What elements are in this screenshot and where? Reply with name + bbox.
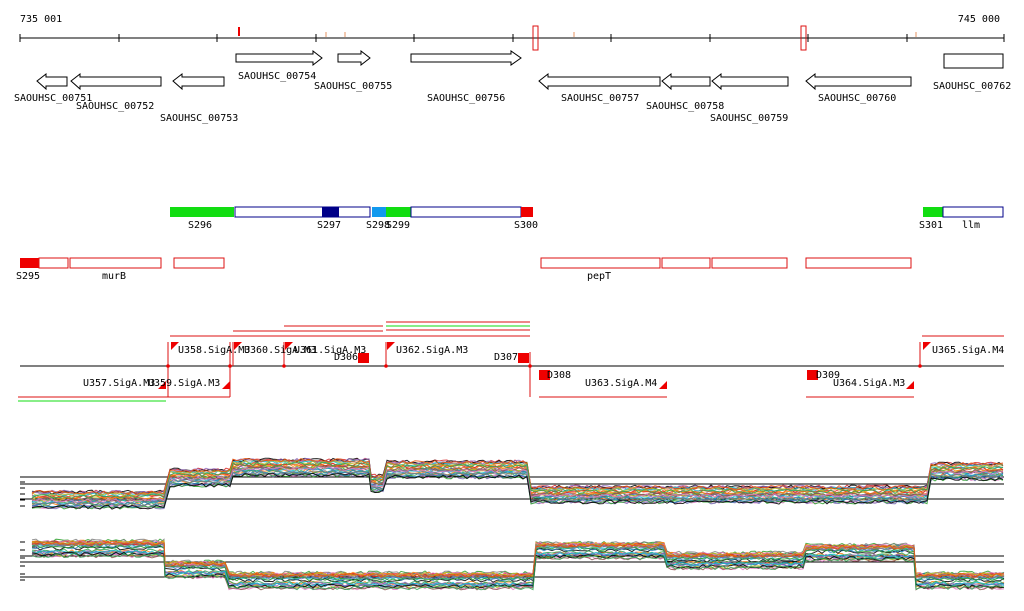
gene-box[interactable] [943, 53, 1004, 69]
shift-point [384, 364, 388, 368]
upshift-label: U362.SigA.M3 [396, 345, 468, 356]
ruler-start-label: 735 001 [20, 14, 62, 25]
gene-arrow[interactable] [36, 72, 68, 91]
segment-minus-labels: S295 murB pepT [16, 271, 611, 282]
ruler-marker [325, 32, 327, 37]
segment-navy[interactable] [322, 207, 339, 217]
gene-label: SAOUHSC_00755 [314, 81, 392, 92]
panel-axis-ticks [20, 541, 25, 581]
segment-label: llm [962, 220, 980, 231]
segment-track-plus [170, 206, 1004, 218]
segment-green[interactable] [923, 207, 943, 217]
upshift-flag[interactable] [659, 381, 667, 389]
segment-box[interactable] [410, 206, 522, 218]
downshift-label: D309 [816, 370, 840, 381]
shift-labels: U358.SigA.M3 U360.SigA.M3 U361.SigA.M3 U… [83, 345, 1004, 389]
ruler-marker [238, 27, 240, 36]
gene-label: SAOUHSC_00758 [646, 101, 724, 112]
upshift-flag[interactable] [387, 342, 395, 350]
gene-arrow[interactable] [70, 72, 162, 91]
shift-point [166, 364, 170, 368]
upshift-flag[interactable] [906, 381, 914, 389]
gene-labels: SAOUHSC_00751 SAOUHSC_00752 SAOUHSC_0075… [14, 71, 1011, 124]
genome-canvas: 735 001 745 000 SAOUHSC_00751 SAOUHSC_00… [14, 14, 1011, 591]
segment-plus-labels: S296 S297 S298 S299 S300 S301 llm [188, 220, 980, 231]
coordinate-ruler: 735 001 745 000 [19, 14, 1005, 51]
segment-box[interactable] [942, 206, 1004, 218]
gene-arrow[interactable] [337, 49, 371, 67]
gene-arrow[interactable] [172, 72, 225, 91]
ruler-marker [573, 32, 575, 37]
upshift-label: U365.SigA.M4 [932, 345, 1004, 356]
segment-blue[interactable] [372, 207, 386, 217]
gene-label: SAOUHSC_00762 [933, 81, 1011, 92]
segment-label: pepT [587, 271, 611, 282]
segment-label: S301 [919, 220, 943, 231]
segment-label: S299 [386, 220, 410, 231]
shift-point [228, 364, 232, 368]
expression-profiles [31, 538, 1005, 591]
segment-red[interactable] [521, 207, 533, 217]
segment-label: S300 [514, 220, 538, 231]
segment-box[interactable] [173, 257, 225, 269]
gene-label: SAOUHSC_00753 [160, 113, 238, 124]
panel-axis-ticks [20, 481, 25, 507]
ruler-end-label: 745 000 [958, 14, 1000, 25]
genome-browser-view: 735 001 745 000 SAOUHSC_00751 SAOUHSC_00… [0, 0, 1024, 611]
downshift-box[interactable] [518, 353, 529, 363]
segment-label: S296 [188, 220, 212, 231]
ruler-marker [344, 32, 346, 37]
gene-label: SAOUHSC_00752 [76, 101, 154, 112]
gene-arrow[interactable] [661, 72, 711, 91]
segment-box[interactable] [234, 206, 371, 218]
gene-label: SAOUHSC_00756 [427, 93, 505, 104]
expression-panel-minus [20, 538, 1005, 591]
upshift-label: U359.SigA.M3 [148, 378, 220, 389]
upshift-flag[interactable] [923, 342, 931, 350]
gene-label: SAOUHSC_00754 [238, 71, 316, 82]
gene-arrow[interactable] [805, 72, 912, 91]
gene-arrow[interactable] [538, 72, 661, 91]
gene-arrow[interactable] [410, 50, 522, 66]
segment-box[interactable] [38, 257, 69, 269]
upshift-flag[interactable] [222, 381, 230, 389]
upshift-label: U364.SigA.M3 [833, 378, 905, 389]
shift-point [918, 364, 922, 368]
expression-panel-plus [20, 457, 1004, 510]
gene-label: SAOUHSC_00760 [818, 93, 896, 104]
gene-arrow[interactable] [711, 72, 789, 91]
segment-label: murB [102, 271, 126, 282]
gene-arrow[interactable] [235, 49, 323, 67]
segment-green[interactable] [170, 207, 234, 217]
gene-label: SAOUHSC_00759 [710, 113, 788, 124]
segment-box[interactable] [540, 257, 661, 269]
upshift-label: U357.SigA.M3 [83, 378, 155, 389]
gene-label: SAOUHSC_00757 [561, 93, 639, 104]
segment-box[interactable] [805, 257, 912, 269]
downshift-label: D308 [547, 370, 571, 381]
segment-box[interactable] [711, 257, 788, 269]
segment-label: S297 [317, 220, 341, 231]
segment-red[interactable] [20, 258, 39, 268]
shift-point [528, 364, 532, 368]
upshift-label: U363.SigA.M4 [585, 378, 657, 389]
ruler-marker [915, 32, 917, 37]
downshift-label: D306 [334, 352, 358, 363]
upshift-label: U358.SigA.M3 [178, 345, 250, 356]
segment-box[interactable] [661, 257, 711, 269]
shift-point [282, 364, 286, 368]
segment-box[interactable] [69, 257, 162, 269]
downshift-label: D307 [494, 352, 518, 363]
segment-track-minus [20, 257, 912, 269]
segment-label: S295 [16, 271, 40, 282]
gene-track [36, 49, 1004, 91]
segment-green[interactable] [386, 207, 411, 217]
